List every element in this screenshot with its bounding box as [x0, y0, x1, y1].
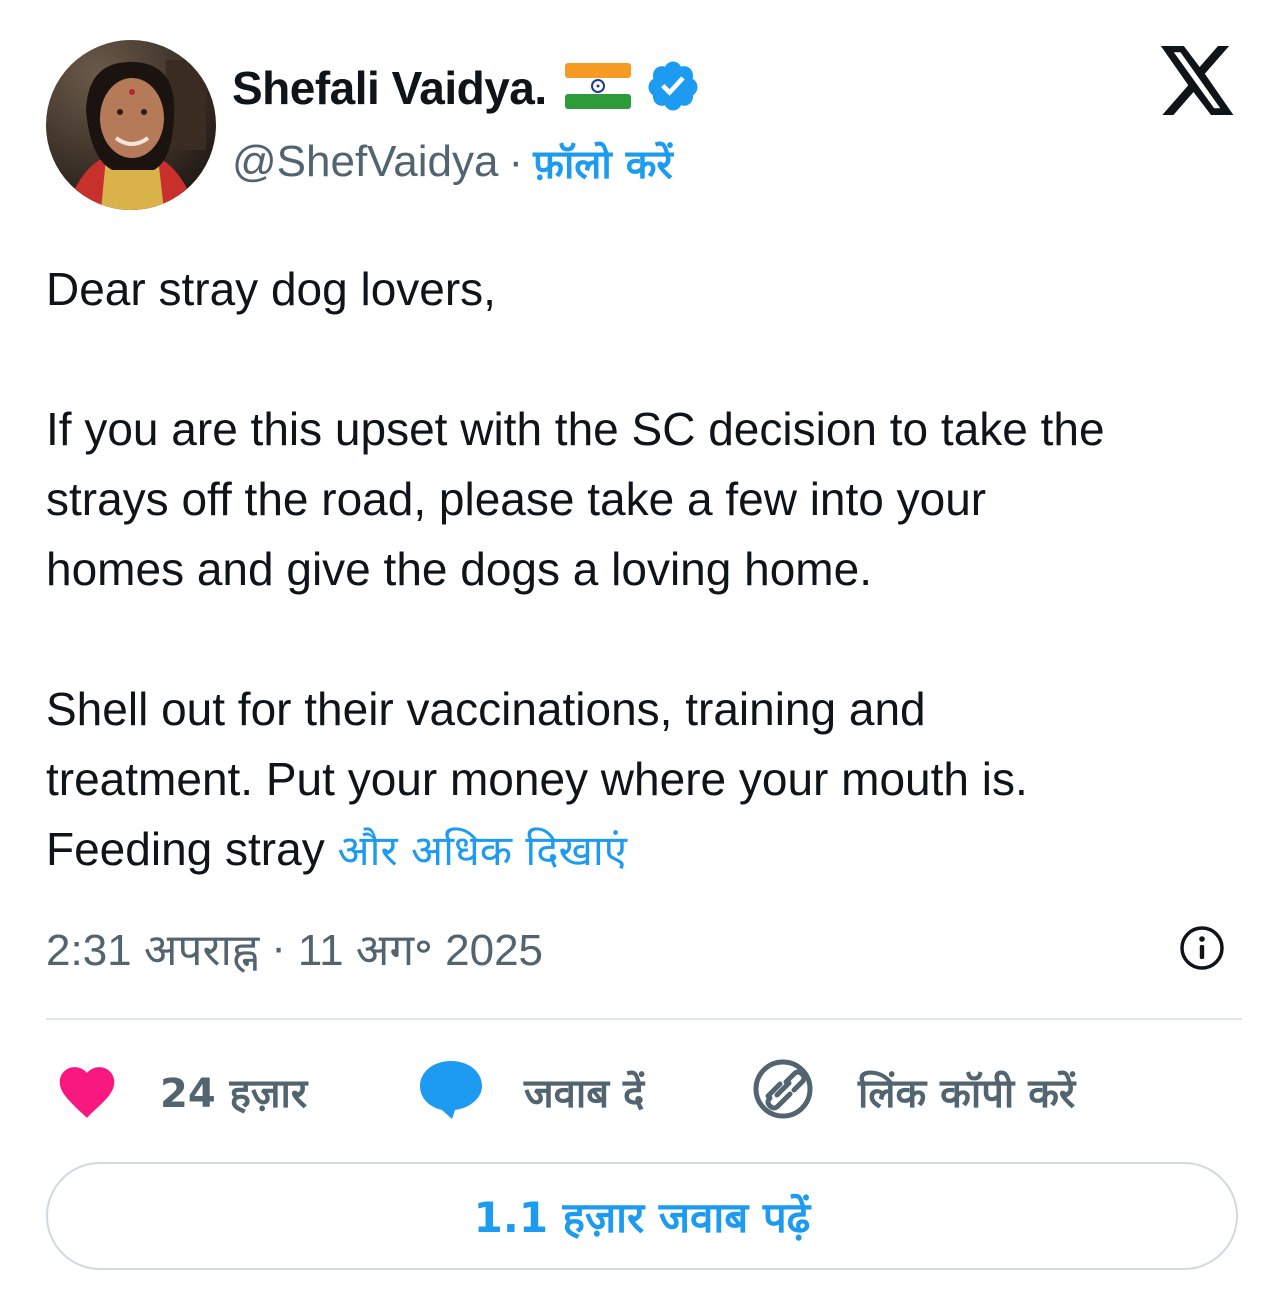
like-count: 24 हज़ार — [160, 1070, 308, 1117]
tweet-paragraph: Dear stray dog lovers, — [46, 263, 496, 315]
tweet-line-truncated: Feeding stray — [46, 823, 325, 875]
like-button[interactable]: 24 हज़ार — [54, 1056, 307, 1126]
tweet-line: strays off the road, please take a few i… — [46, 473, 987, 525]
author-handle[interactable]: @ShefVaidya — [232, 137, 498, 187]
tweet-line: Shell out for their vaccinations, traini… — [46, 683, 926, 735]
tweet-time: 2:31 अपराह्न — [46, 926, 260, 975]
author-handle-row: @ShefVaidya · फ़ॉलो करें — [232, 134, 673, 190]
tweet-text: Dear stray dog lovers, If you are this u… — [46, 254, 1246, 886]
show-more-link[interactable]: और अधिक दिखाएं — [337, 826, 627, 875]
avatar[interactable] — [46, 40, 216, 210]
heart-icon — [54, 1059, 120, 1124]
copy-link-button[interactable]: लिंक कॉपी करें — [750, 1056, 1075, 1126]
tweet-line: homes and give the dogs a loving home. — [46, 543, 872, 595]
link-icon — [750, 1056, 816, 1127]
handle-separator: · — [508, 137, 524, 186]
display-name[interactable]: Shefali Vaidya. — [232, 61, 547, 115]
verified-badge-icon — [645, 58, 701, 119]
info-icon[interactable] — [1178, 924, 1226, 972]
tweet-line-last: Feeding stray और अधिक दिखाएं — [46, 814, 1246, 886]
reply-label: जवाब दें — [524, 1070, 645, 1117]
tweet-line: If you are this upset with the SC decisi… — [46, 403, 1105, 455]
read-replies-button[interactable]: 1.1 हज़ार जवाब पढ़ें — [46, 1162, 1238, 1270]
follow-button[interactable]: फ़ॉलो करें — [533, 135, 673, 190]
divider — [46, 1018, 1242, 1020]
copy-link-label: लिंक कॉपी करें — [858, 1070, 1076, 1117]
tweet-line: treatment. Put your money where your mou… — [46, 753, 1028, 805]
india-flag-icon — [564, 62, 631, 114]
reply-button[interactable]: जवाब दें — [416, 1056, 644, 1126]
timestamp-separator: · — [271, 923, 286, 972]
tweet-date: 11 अग॰ 2025 — [297, 926, 544, 975]
tweet-card: Shefali Vaidya. @ShefVaidya · फ़ॉलो करें — [0, 0, 1280, 1293]
speech-bubble-icon — [416, 1057, 486, 1126]
read-replies-label: 1.1 हज़ार जवाब पढ़ें — [473, 1192, 811, 1242]
tweet-timestamp[interactable]: 2:31 अपराह्न · 11 अग॰ 2025 — [46, 916, 543, 980]
author-name-row: Shefali Vaidya. — [232, 58, 701, 118]
avatar-photo — [46, 40, 216, 210]
x-logo-icon[interactable] — [1156, 46, 1238, 120]
